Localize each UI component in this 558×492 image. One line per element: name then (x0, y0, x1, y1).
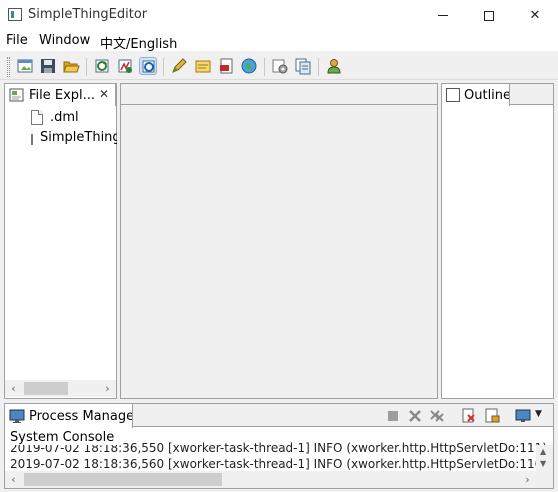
chevron-down-icon[interactable]: ▼ (535, 409, 542, 419)
pdf-button[interactable] (217, 57, 235, 75)
close-icon[interactable]: ✕ (99, 87, 109, 101)
console-area: System Console 2019-07-02 18:18:36,550 [… (5, 427, 553, 472)
new-window-icon (17, 59, 33, 73)
scroll-left-icon[interactable]: ‹ (5, 471, 22, 488)
maximize-icon (484, 10, 494, 21)
user-icon (327, 59, 341, 74)
save-icon (41, 59, 55, 73)
console-title: System Console (10, 430, 119, 445)
window-title: SimpleThingEditor (28, 7, 148, 22)
close-button[interactable]: ✕ (512, 0, 558, 31)
edit-icon (172, 58, 187, 73)
clear-console-icon (462, 408, 475, 423)
open-folder-button[interactable] (62, 57, 80, 75)
editor-tabstrip (121, 84, 437, 105)
monitor-icon (9, 409, 25, 423)
tab-file-explorer[interactable]: File Expl... ✕ (5, 84, 116, 106)
tab-process-manager[interactable]: Process Manager (5, 404, 133, 428)
pages-button[interactable] (294, 57, 312, 75)
chart-refresh-button[interactable] (116, 57, 134, 75)
console-line: 2019-07-02 18:18:36,560 [xworker-task-th… (10, 457, 553, 471)
list-item[interactable]: SimpleThing (31, 127, 117, 147)
outline-icon (446, 88, 460, 102)
settings-icon (272, 59, 288, 74)
clear-console-button[interactable] (460, 408, 476, 424)
file-icon (31, 129, 33, 145)
refresh-button[interactable] (93, 57, 111, 75)
title-bar: SimpleThingEditor ✕ (0, 0, 558, 31)
scroll-right-icon[interactable]: › (99, 380, 116, 397)
refresh-icon (95, 59, 109, 73)
sync-button[interactable] (139, 57, 157, 75)
edit-button[interactable] (170, 57, 188, 75)
globe-icon (241, 58, 257, 74)
stop-button[interactable] (385, 408, 401, 424)
file-icon (31, 109, 43, 125)
display-console-icon (515, 409, 531, 422)
remove-icon (409, 410, 421, 422)
tab-outline-label: Outline (464, 87, 510, 103)
settings-button[interactable] (271, 57, 289, 75)
minimize-icon (438, 15, 448, 16)
open-folder-icon (63, 61, 80, 73)
file-explorer-icon (9, 88, 24, 102)
display-console-button[interactable] (515, 408, 531, 424)
toolbar-separator (163, 58, 164, 76)
editor-area (120, 83, 438, 399)
toolbar-grip[interactable] (7, 57, 10, 77)
stop-icon (388, 411, 398, 421)
process-manager-panel: Process Manager ▼ System Console 2019-07… (4, 403, 554, 489)
scroll-thumb[interactable] (24, 382, 68, 395)
menu-bar: File Window 中文/English (0, 31, 558, 52)
save-button[interactable] (39, 57, 57, 75)
pages-icon (295, 58, 311, 75)
menu-file[interactable]: File (6, 33, 28, 48)
globe-button[interactable] (240, 57, 258, 75)
toolbar (0, 53, 558, 80)
scroll-lock-icon (485, 408, 500, 423)
scroll-lock-button[interactable] (484, 408, 500, 424)
note-icon (195, 60, 211, 73)
scroll-thumb[interactable] (24, 473, 222, 486)
scroll-left-icon[interactable]: ‹ (5, 380, 22, 397)
file-explorer-tabstrip: File Expl... ✕ (5, 84, 116, 106)
minimize-button[interactable] (420, 0, 466, 31)
toolbar-separator (318, 58, 319, 76)
list-item-label: SimpleThing (40, 129, 117, 145)
remove-all-button[interactable] (429, 408, 445, 424)
toolbar-separator (86, 58, 87, 76)
tab-process-manager-label: Process Manager (29, 408, 133, 424)
sync-icon (142, 60, 155, 73)
pdf-icon (220, 58, 233, 74)
remove-button[interactable] (407, 408, 423, 424)
console-hscrollbar[interactable]: ‹ › (5, 471, 553, 488)
console-vscrollbar[interactable]: ▲ ▼ (536, 445, 553, 472)
tab-file-explorer-label: File Expl... (29, 87, 96, 103)
scroll-down-icon[interactable]: ▼ (540, 459, 546, 468)
outline-tabstrip: Outline (442, 84, 553, 106)
menu-language[interactable]: 中文/English (100, 33, 177, 52)
scroll-up-icon[interactable]: ▲ (540, 447, 546, 456)
menu-window[interactable]: Window (39, 33, 90, 48)
list-item-label: .dml (50, 109, 79, 125)
tab-outline[interactable]: Outline (442, 84, 510, 106)
file-explorer-panel: File Expl... ✕ .dml SimpleThing ‹ › (4, 83, 117, 399)
process-manager-tabstrip: Process Manager ▼ (5, 404, 553, 428)
file-explorer-hscrollbar[interactable]: ‹ › (5, 380, 116, 397)
toolbar-separator (264, 58, 265, 76)
outline-panel: Outline (441, 83, 554, 399)
note-button[interactable] (194, 57, 212, 75)
user-button[interactable] (325, 57, 343, 75)
scroll-right-icon[interactable]: › (519, 471, 536, 488)
new-window-button[interactable] (16, 57, 34, 75)
maximize-button[interactable] (466, 0, 512, 31)
app-icon (8, 8, 22, 21)
chart-refresh-icon (118, 59, 132, 73)
remove-all-icon (430, 410, 444, 422)
list-item[interactable]: .dml (31, 107, 79, 127)
